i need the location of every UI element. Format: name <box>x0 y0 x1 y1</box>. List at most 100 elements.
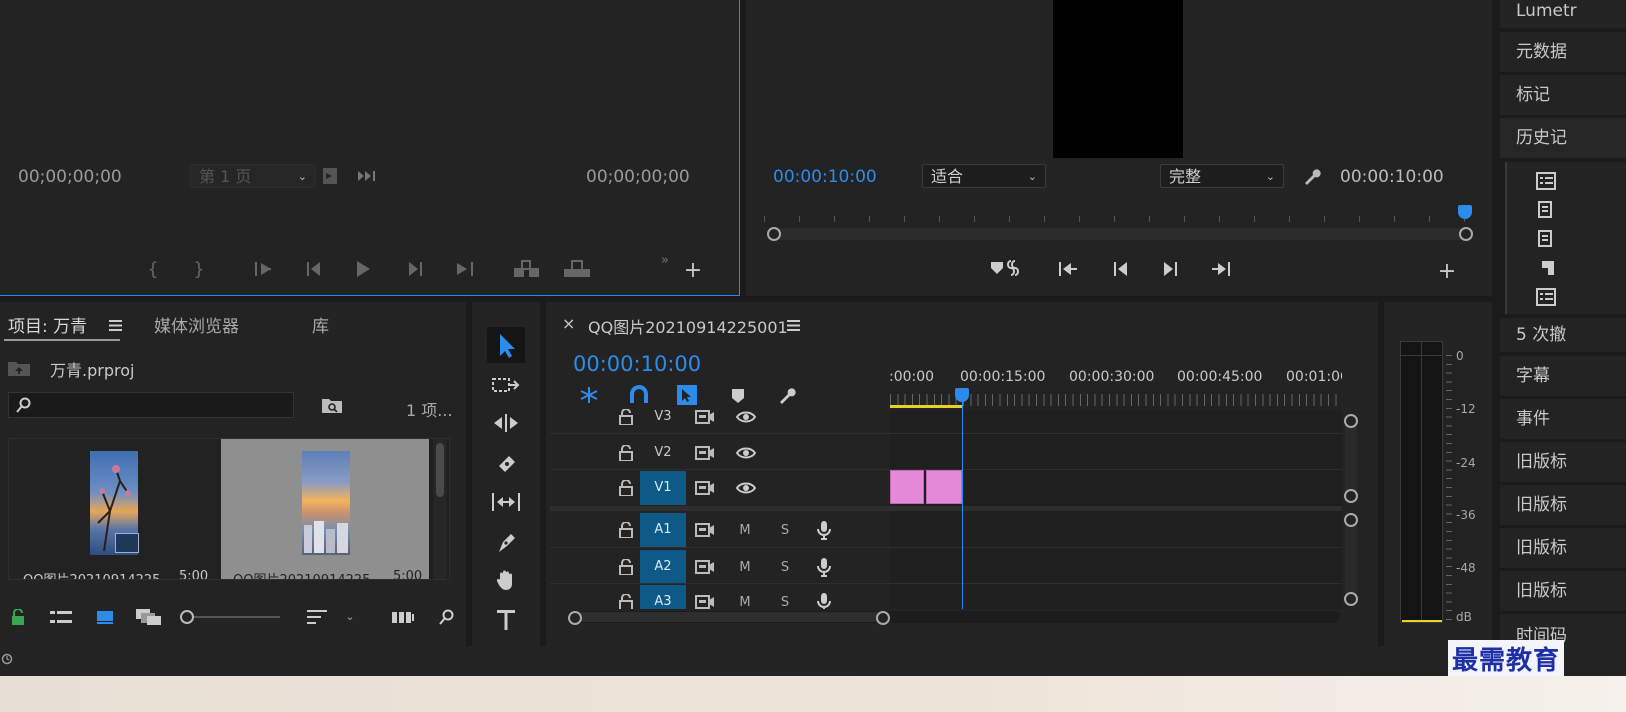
sync-lock-icon[interactable] <box>694 406 716 428</box>
timeline-timecode[interactable]: 00:00:10:00 <box>573 352 701 376</box>
microphone-icon[interactable] <box>814 556 834 578</box>
go-to-out-icon[interactable] <box>1209 258 1233 280</box>
step-back-icon[interactable] <box>302 258 324 280</box>
more-controls-icon[interactable]: » <box>656 252 674 268</box>
panel-metadata[interactable]: 元数据 <box>1500 32 1626 72</box>
sync-lock-icon[interactable] <box>694 442 716 464</box>
go-to-in-icon[interactable] <box>252 258 276 280</box>
find-icon[interactable] <box>436 606 458 628</box>
history-entry-icon[interactable] <box>1534 286 1558 308</box>
pen-tool[interactable] <box>490 528 522 556</box>
type-tool[interactable] <box>490 606 522 634</box>
zoom-slider-handle[interactable] <box>180 610 194 624</box>
track-label-v3[interactable]: V3 <box>640 400 686 434</box>
bin-scrollbar-thumb[interactable] <box>436 443 444 497</box>
add-button-icon[interactable]: + <box>1437 259 1457 284</box>
hand-tool[interactable] <box>490 566 522 594</box>
sync-lock-icon[interactable] <box>694 556 716 578</box>
lock-icon[interactable] <box>616 556 636 578</box>
scroll-handle[interactable] <box>1344 414 1358 428</box>
wrench-icon[interactable] <box>1300 164 1324 188</box>
timeline-scroll-thumb[interactable] <box>572 612 884 622</box>
page-select[interactable]: 第 1 页 ⌄ <box>190 164 316 188</box>
render-status-icon[interactable] <box>0 650 14 668</box>
eye-icon[interactable] <box>734 442 758 464</box>
automate-sequence-icon[interactable] <box>390 606 416 628</box>
chevron-down-icon[interactable]: ⌄ <box>342 606 358 626</box>
mark-in-icon[interactable]: { <box>144 258 162 280</box>
solo-button[interactable]: S <box>776 556 794 578</box>
go-to-out-icon[interactable] <box>452 258 476 280</box>
eye-icon[interactable] <box>734 406 758 428</box>
history-entry-icon[interactable] <box>1534 199 1558 221</box>
lock-icon[interactable] <box>616 519 636 541</box>
mark-out-icon[interactable]: } <box>190 258 208 280</box>
ripple-edit-tool[interactable] <box>490 410 522 436</box>
project-item-2[interactable]: QQ图片20210914225... 5:00 <box>221 439 429 579</box>
sync-lock-icon[interactable] <box>694 477 716 499</box>
icon-view-icon[interactable] <box>94 606 116 628</box>
export-frame-icon[interactable] <box>320 166 340 186</box>
tab-project[interactable]: 项目: 万青 <box>8 312 87 340</box>
track-label-v2[interactable]: V2 <box>640 436 686 470</box>
lock-icon[interactable] <box>616 442 636 464</box>
project-item-1[interactable]: QQ图片20210914225... 5:00 <box>9 439 221 579</box>
panel-legacy-title-3[interactable]: 旧版标 <box>1500 528 1626 568</box>
insert-icon[interactable] <box>512 258 542 280</box>
eye-icon[interactable] <box>734 477 758 499</box>
history-entry-icon[interactable] <box>1534 170 1558 192</box>
tab-media-browser[interactable]: 媒体浏览器 <box>154 312 239 337</box>
list-view-icon[interactable] <box>48 606 74 628</box>
tab-libraries[interactable]: 库 <box>312 312 329 337</box>
track-label-a2[interactable]: A2 <box>640 550 686 584</box>
sync-lock-icon[interactable] <box>694 591 716 609</box>
lock-icon[interactable] <box>8 606 28 628</box>
scroll-handle[interactable] <box>1344 513 1358 527</box>
project-search-input[interactable] <box>8 392 294 418</box>
program-timecode-current[interactable]: 00:00:10:00 <box>773 167 877 187</box>
mute-button[interactable]: M <box>736 591 754 610</box>
zoom-slider[interactable] <box>184 616 280 618</box>
panel-markers[interactable]: 标记 <box>1500 75 1626 115</box>
sort-icon[interactable] <box>304 606 330 628</box>
program-ruler[interactable] <box>764 208 1474 222</box>
microphone-icon[interactable] <box>814 591 834 609</box>
source-timecode-left[interactable]: 00;00;00;00 <box>18 167 122 187</box>
panel-menu-icon[interactable] <box>106 316 124 334</box>
panel-legacy-title-1[interactable]: 旧版标 <box>1500 442 1626 482</box>
panel-lumetri[interactable]: Lumetr <box>1500 0 1626 28</box>
mute-button[interactable]: M <box>736 556 754 578</box>
selection-tool[interactable] <box>487 327 525 363</box>
scroll-handle[interactable] <box>568 611 582 625</box>
program-playhead-marker[interactable] <box>1458 205 1472 219</box>
panel-history[interactable]: 历史记 <box>1500 118 1626 158</box>
lock-icon[interactable] <box>616 591 636 609</box>
add-marker-icon[interactable] <box>988 257 1024 281</box>
go-to-in-icon[interactable] <box>1056 258 1080 280</box>
folder-up-icon[interactable] <box>6 357 32 379</box>
mute-button[interactable]: M <box>736 519 754 541</box>
track-select-tool[interactable] <box>490 372 522 398</box>
program-zoom-bar[interactable] <box>770 228 1470 240</box>
history-entry-icon[interactable] <box>1538 257 1558 279</box>
sequence-tab[interactable]: QQ图片20210914225001 <box>588 314 788 338</box>
panel-events[interactable]: 事件 <box>1500 399 1626 439</box>
track-label-a1[interactable]: A1 <box>640 513 686 547</box>
freeform-view-icon[interactable] <box>134 606 164 628</box>
panel-captions[interactable]: 字幕 <box>1500 356 1626 396</box>
audio-track-scrollbar[interactable] <box>1345 514 1357 604</box>
zoom-handle-left[interactable] <box>767 227 781 241</box>
step-back-icon[interactable] <box>1109 258 1131 280</box>
history-entry-icon[interactable] <box>1534 228 1558 250</box>
add-button-icon[interactable]: + <box>683 258 703 283</box>
video-clip[interactable] <box>926 470 962 504</box>
sync-lock-icon[interactable] <box>694 519 716 541</box>
find-icon[interactable] <box>320 394 344 416</box>
quality-select[interactable]: 完整 ⌄ <box>1160 164 1284 188</box>
solo-button[interactable]: S <box>776 519 794 541</box>
close-sequence-button[interactable]: × <box>562 314 575 333</box>
scroll-handle[interactable] <box>876 611 890 625</box>
bin-scrollbar[interactable] <box>433 439 447 579</box>
play-icon[interactable] <box>352 258 374 280</box>
panel-legacy-title-4[interactable]: 旧版标 <box>1500 571 1626 611</box>
